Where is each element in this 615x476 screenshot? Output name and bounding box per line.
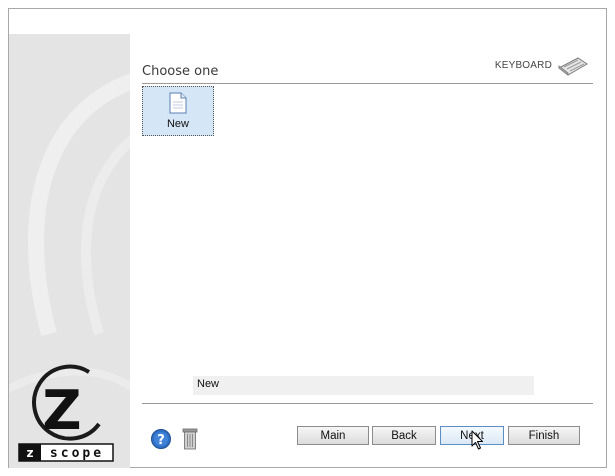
logo-z-letter: Z [42,379,81,442]
header-divider [142,83,593,84]
keyboard-button[interactable]: KEYBOARD [495,54,588,76]
svg-text:z: z [27,446,34,460]
keyboard-icon [558,57,588,76]
sidebar: Z z scope [9,34,130,468]
keyboard-label: KEYBOARD [494,59,552,71]
list-item-new[interactable]: New [142,86,214,136]
main-button[interactable]: Main [297,426,369,445]
next-button[interactable]: Next [440,426,504,445]
new-document-icon [169,92,187,114]
back-button[interactable]: Back [372,426,436,445]
wizard-content: Choose one KEYBOARD New New ? Main Back … [130,34,606,467]
item-description: New [193,376,534,395]
svg-text:?: ? [157,433,165,448]
list-item-label: New [166,118,189,130]
app-window: Z z scope Choose one KEYBOARD New New ? … [8,8,607,468]
page-title: Choose one [142,64,219,79]
zscope-logo: Z z scope [18,364,114,462]
logo-wordmark: scope [50,446,104,461]
help-icon[interactable]: ? [151,429,171,449]
finish-button[interactable]: Finish [508,426,580,445]
footer-divider [142,403,593,404]
trash-icon[interactable] [182,428,198,450]
